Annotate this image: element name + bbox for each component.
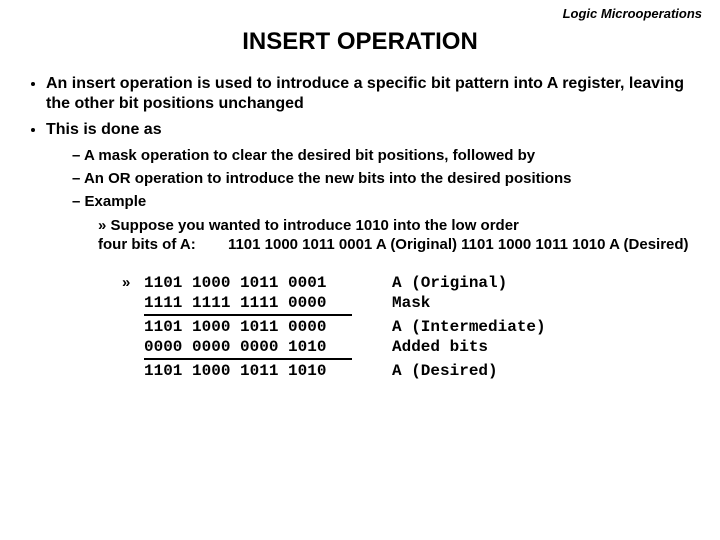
slide: Logic Microoperations INSERT OPERATION A… — [0, 0, 720, 540]
bullet-item: Example Suppose you wanted to introduce … — [72, 192, 702, 254]
bits: 1101 1000 1011 0000 — [144, 317, 356, 337]
bullet-list-level3: Suppose you wanted to introduce 1010 int… — [98, 216, 702, 255]
topic-label: Logic Microoperations — [563, 6, 702, 21]
bullet-text: Example — [85, 193, 147, 210]
row-label: A (Intermediate) — [392, 317, 546, 337]
comp-row-mask: 1111 1111 1111 0000 Mask — [122, 293, 702, 313]
bullet-list-level2: A mask operation to clear the desired bi… — [72, 146, 702, 255]
bits: 0000 0000 0000 1010 — [144, 337, 356, 357]
row-marker: » — [122, 274, 144, 293]
computation-block: » 1101 1000 1011 0001 A (Original) 1111 … — [122, 273, 702, 382]
row-label: Mask — [392, 293, 430, 313]
bits: 1101 1000 1011 1010 — [144, 361, 356, 381]
bullet-item: An insert operation is used to introduce… — [46, 74, 702, 114]
example-line1: Suppose you wanted to introduce 1010 int… — [111, 217, 519, 234]
rule-line — [144, 358, 352, 360]
bullet-item: This is done as A mask operation to clea… — [46, 120, 702, 255]
row-label: A (Original) — [392, 273, 507, 293]
comp-row-intermediate: 1101 1000 1011 0000 A (Intermediate) — [122, 317, 702, 337]
slide-title: INSERT OPERATION — [18, 28, 702, 56]
bits: 1111 1111 1111 0000 — [144, 293, 356, 313]
bullet-list-level1: An insert operation is used to introduce… — [46, 74, 702, 255]
bullet-item: Suppose you wanted to introduce 1010 int… — [98, 216, 702, 255]
comp-row-added: 0000 0000 0000 1010 Added bits — [122, 337, 702, 357]
bullet-item: An OR operation to introduce the new bit… — [72, 169, 702, 188]
example-line2-left: four bits of A: — [98, 235, 196, 255]
comp-row-original: » 1101 1000 1011 0001 A (Original) — [122, 273, 702, 293]
rule-line — [144, 314, 352, 316]
example-bits-desired: 1101 1000 1011 1010 A (Desired) — [461, 236, 688, 253]
bits: 1101 1000 1011 0001 — [144, 273, 356, 293]
row-label: Added bits — [392, 337, 488, 357]
row-label: A (Desired) — [392, 361, 498, 381]
bullet-item: A mask operation to clear the desired bi… — [72, 146, 702, 165]
bullet-text: This is done as — [46, 121, 162, 138]
comp-row-desired: 1101 1000 1011 1010 A (Desired) — [122, 361, 702, 381]
example-bits-original: 1101 1000 1011 0001 A (Original) — [228, 235, 457, 255]
